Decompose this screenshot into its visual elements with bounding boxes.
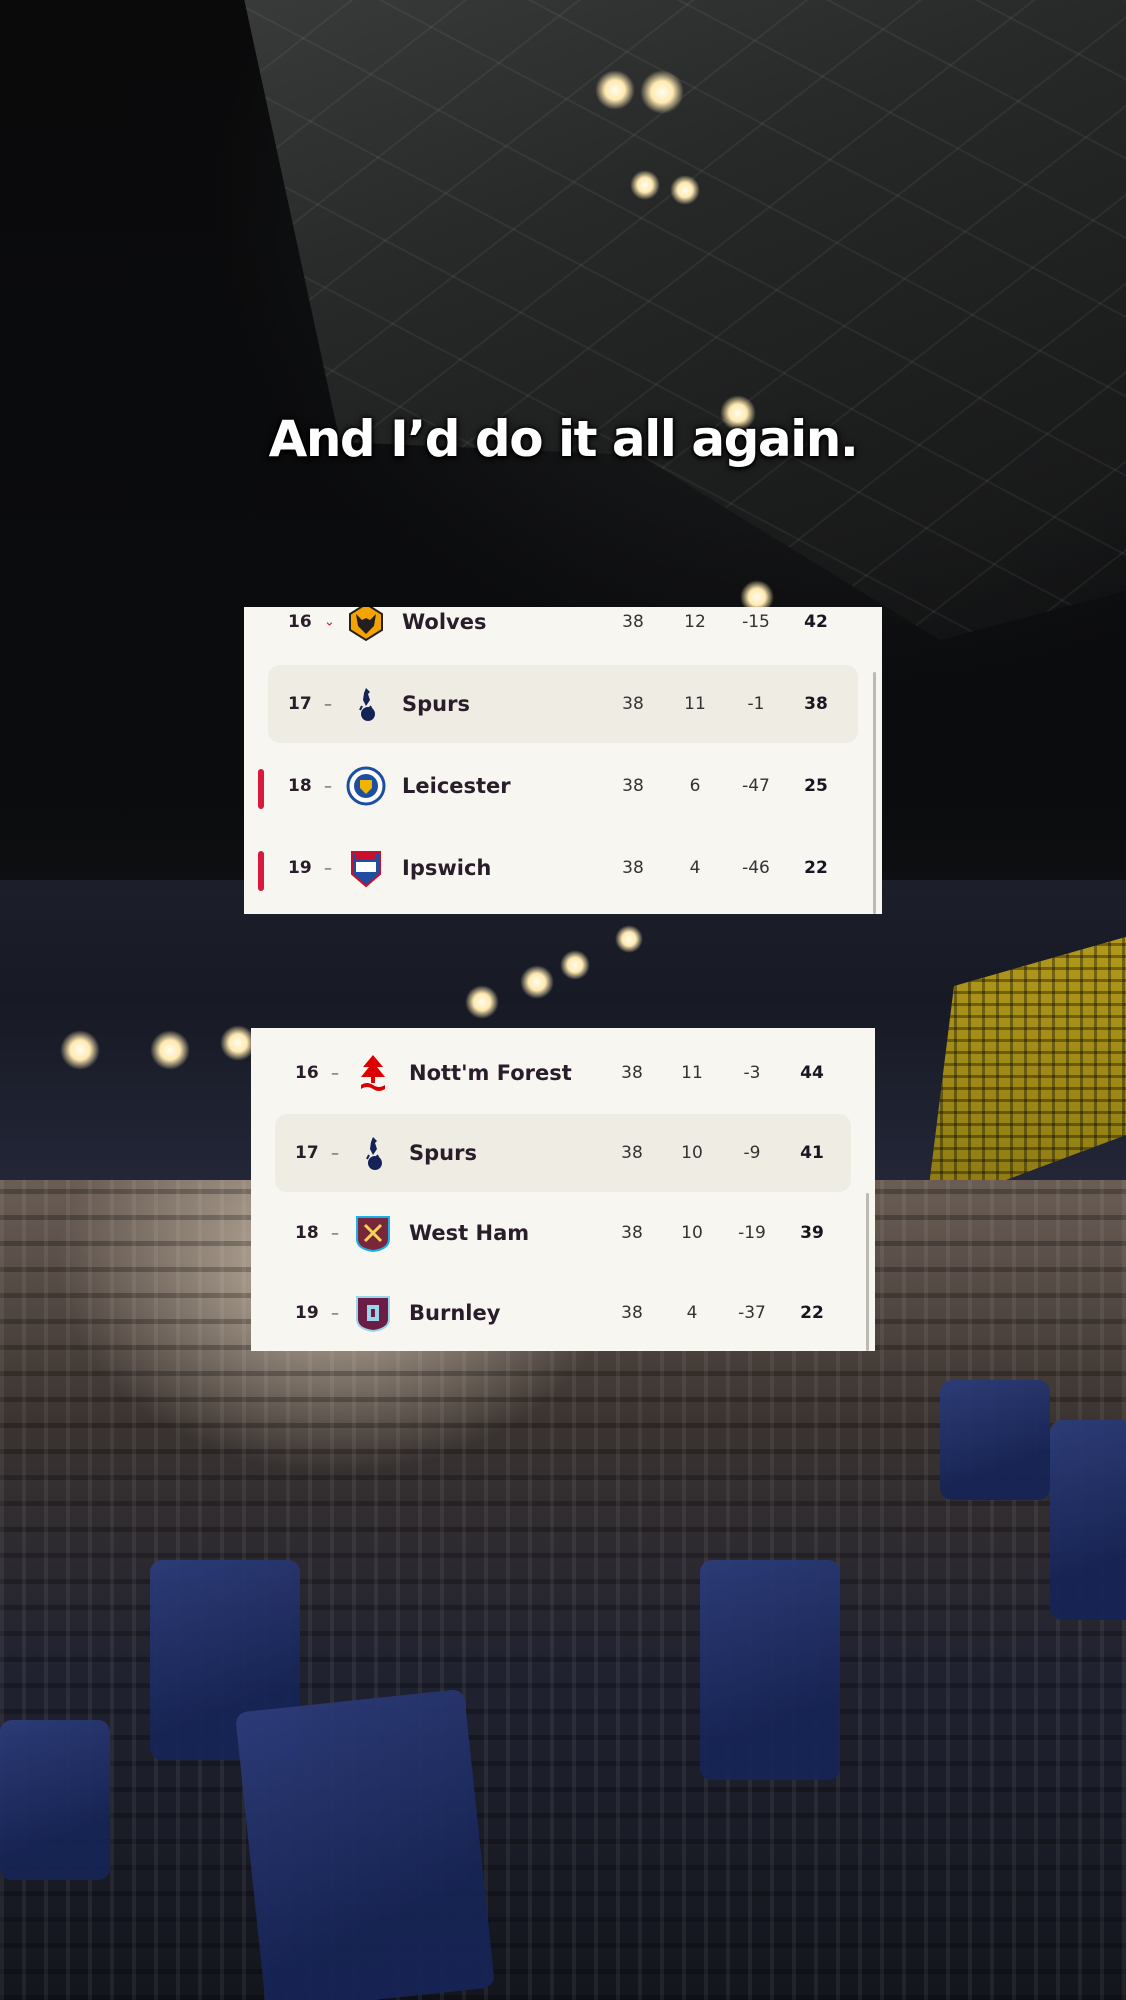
movement-same-icon: – [331, 1143, 339, 1163]
goal-difference: -3 [743, 1063, 761, 1083]
goal-difference: -9 [743, 1143, 761, 1163]
movement-down-icon: ⌄ [324, 614, 335, 630]
won: 10 [681, 1143, 703, 1163]
team-name: Spurs [402, 692, 470, 716]
burnley-crest-icon [356, 1296, 390, 1333]
table-row[interactable]: 17 – Spurs 38 10 -9 41 [251, 1112, 875, 1194]
played: 38 [622, 776, 644, 796]
table-row[interactable]: 18 – Leicester 38 6 -47 25 [244, 745, 882, 827]
team-name: Spurs [409, 1141, 477, 1165]
movement-same-icon: – [324, 858, 332, 878]
points: 25 [804, 776, 828, 796]
stadium-background-photo [0, 0, 1126, 2000]
table-row[interactable]: 16 ⌄ Wolves 38 12 -15 42 [244, 607, 882, 663]
won: 4 [689, 858, 701, 878]
won: 11 [681, 1063, 703, 1083]
spurs-crest-icon [366, 1137, 382, 1170]
played: 38 [621, 1143, 643, 1163]
points: 38 [804, 694, 828, 714]
table-row[interactable]: 17 – Spurs 38 11 -1 38 [244, 663, 882, 745]
goal-difference: -47 [742, 776, 770, 796]
relegation-indicator [258, 769, 264, 809]
won: 6 [689, 776, 701, 796]
table-row[interactable]: 18 – West Ham 38 10 -19 39 [251, 1192, 875, 1274]
points: 22 [804, 858, 828, 878]
caption-text: And I’d do it all again. [268, 410, 859, 468]
wolves-crest-icon [349, 607, 383, 642]
leicester-crest-icon [346, 766, 386, 806]
team-name: Leicester [402, 774, 511, 798]
played: 38 [622, 858, 644, 878]
played: 38 [621, 1063, 643, 1083]
played: 38 [622, 612, 644, 632]
points: 44 [800, 1063, 824, 1083]
played: 38 [622, 694, 644, 714]
won: 10 [681, 1223, 703, 1243]
table-row[interactable]: 19 – Burnley 38 4 -37 22 [251, 1272, 875, 1351]
won: 11 [684, 694, 706, 714]
team-name: Wolves [402, 610, 487, 634]
points: 41 [800, 1143, 824, 1163]
position: 19 [288, 858, 312, 878]
position: 18 [288, 776, 312, 796]
position: 19 [295, 1303, 319, 1323]
league-table-2024-25[interactable]: 16 ⌄ Wolves 38 12 -15 42 17 – Spurs 38 1… [244, 607, 882, 914]
won: 12 [684, 612, 706, 632]
goal-difference: -46 [742, 858, 770, 878]
movement-same-icon: – [324, 694, 332, 714]
table-row[interactable]: 16 – Nott'm Forest 38 11 -3 44 [251, 1032, 875, 1114]
movement-same-icon: – [331, 1223, 339, 1243]
table-row[interactable]: 19 – Ipswich 38 4 -46 22 [244, 827, 882, 909]
points: 39 [800, 1223, 824, 1243]
position: 17 [288, 694, 312, 714]
spurs-crest-icon [359, 688, 375, 721]
team-name: Ipswich [402, 856, 492, 880]
movement-same-icon: – [324, 776, 332, 796]
goal-difference: -1 [747, 694, 765, 714]
goal-difference: -37 [738, 1303, 766, 1323]
goal-difference: -15 [742, 612, 770, 632]
position: 16 [295, 1063, 319, 1083]
position: 18 [295, 1223, 319, 1243]
position: 16 [288, 612, 312, 632]
goal-difference: -19 [738, 1223, 766, 1243]
team-name: Burnley [409, 1301, 501, 1325]
team-name: Nott'm Forest [409, 1061, 572, 1085]
points: 42 [804, 612, 828, 632]
played: 38 [621, 1223, 643, 1243]
position: 17 [295, 1143, 319, 1163]
nottm-forest-crest-icon [361, 1055, 385, 1091]
relegation-indicator [258, 851, 264, 891]
team-name: West Ham [409, 1221, 530, 1245]
league-table-2023-24[interactable]: 16 – Nott'm Forest 38 11 -3 44 17 – Spur… [251, 1028, 875, 1351]
movement-same-icon: – [331, 1303, 339, 1323]
movement-same-icon: – [331, 1063, 339, 1083]
points: 22 [800, 1303, 824, 1323]
won: 4 [686, 1303, 698, 1323]
ipswich-crest-icon [351, 851, 381, 888]
played: 38 [621, 1303, 643, 1323]
west-ham-crest-icon [356, 1216, 390, 1253]
